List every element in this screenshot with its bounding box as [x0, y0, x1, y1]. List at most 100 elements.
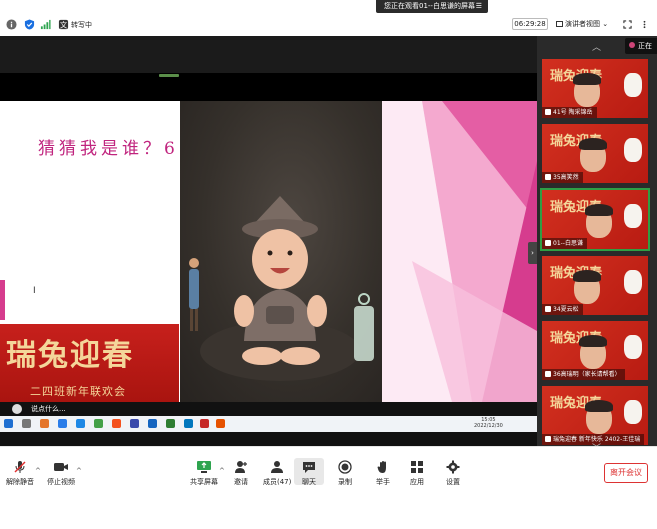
signal-icon[interactable] — [40, 19, 51, 30]
festival-subtitle: 二四班新年联欢会 — [30, 385, 126, 398]
apps-grid-icon — [411, 461, 423, 473]
rabbit-decoration — [624, 335, 642, 359]
video-tile[interactable]: 瑞兔迎春 瑞兔迎春 新年快乐 2402-王佳瑞 — [542, 386, 648, 445]
meeting-window: 您正在观看01--白思谦的屏幕 ☰ 文 转写中 06:29:28 演讲者视图 ⌄… — [0, 0, 657, 529]
tile-name-label: 35高笑然 — [542, 172, 583, 183]
taskbar-date: 2022/12/30 — [474, 423, 503, 429]
viewing-screen-banner: 您正在观看01--白思谦的屏幕 ☰ — [376, 0, 488, 13]
hand-icon — [377, 461, 386, 473]
tile-name-label: 36高瑞明（家长请帮看） — [542, 369, 625, 380]
baby-photo — [180, 101, 382, 402]
share-screen-button[interactable]: 共享屏幕 — [190, 460, 218, 487]
more-icon[interactable] — [640, 20, 649, 29]
rabbit-decoration — [624, 204, 642, 228]
speaker-label: 正在 — [638, 42, 652, 50]
taskbar-app-icon — [112, 419, 121, 428]
video-tile[interactable]: 瑞兔迎春 36高瑞明（家长请帮看） — [542, 321, 648, 380]
participant-name: 41号 陶采锦岳 — [553, 109, 593, 116]
chevron-down-icon: ⌄ — [600, 20, 609, 28]
shared-screen-top-band — [0, 73, 537, 101]
slide-decoration — [382, 101, 537, 402]
participant-hair — [585, 204, 613, 216]
record-button[interactable]: 录制 — [338, 460, 352, 487]
audio-options-chevron-icon[interactable]: ^ — [35, 467, 41, 475]
members-label: 成员(47) — [263, 478, 292, 486]
pink-shapes — [382, 101, 537, 402]
mic-icon — [545, 306, 551, 312]
rabbit-decoration — [624, 270, 642, 294]
settings-button[interactable]: 设置 — [446, 460, 460, 487]
festival-title: 瑞兔迎春 — [6, 338, 134, 373]
mic-muted-icon — [14, 461, 26, 473]
stop-video-label: 停止视频 — [47, 478, 75, 486]
participant-hair — [579, 138, 607, 150]
mic-icon — [545, 436, 551, 442]
tile-name-label: 34夏云松 — [542, 304, 583, 315]
video-tile[interactable]: 瑞兔迎春 35高笑然 — [542, 124, 648, 183]
video-tile[interactable]: 瑞兔迎春34夏云松 — [542, 256, 648, 315]
text-cursor-icon: I — [33, 286, 36, 296]
chat-emoji-icon[interactable] — [12, 404, 22, 414]
meeting-toolbar — [0, 446, 657, 529]
unmute-label: 解除静音 — [6, 478, 34, 486]
participant-hair — [585, 400, 613, 412]
taskbar-app-icon — [58, 419, 67, 428]
participant-name: 34夏云松 — [553, 306, 579, 313]
share-screen-icon — [197, 461, 211, 473]
tile-name-label: 01--白思谦 — [542, 238, 587, 249]
view-mode-label: 演讲者视图 — [565, 20, 600, 28]
raise-hand-label: 举手 — [376, 478, 390, 486]
add-user-icon — [235, 461, 247, 473]
rabbit-decoration — [624, 138, 642, 162]
avatar — [629, 42, 635, 48]
windows-start-icon — [4, 419, 13, 428]
share-screen-label: 共享屏幕 — [190, 478, 218, 486]
mic-icon — [545, 240, 551, 246]
taskbar-app-icon — [166, 419, 175, 428]
settings-label: 设置 — [446, 478, 460, 486]
apps-label: 应用 — [410, 478, 424, 486]
apps-button[interactable]: 应用 — [410, 460, 424, 487]
fullscreen-icon[interactable] — [623, 20, 632, 29]
speaker-badge: 正在 — [625, 38, 657, 54]
chat-input[interactable]: 说点什么... — [31, 404, 66, 414]
record-label: 录制 — [338, 478, 352, 486]
baby-illustration — [189, 196, 374, 381]
mic-icon — [545, 371, 551, 377]
mic-icon — [545, 109, 551, 115]
video-tile[interactable]: 瑞兔迎春41号 陶采锦岳 — [542, 59, 648, 118]
video-tile[interactable]: 瑞兔迎春 01--白思谦 — [540, 188, 650, 251]
taskbar-app-icon — [216, 419, 225, 428]
unmute-button[interactable]: 解除静音 — [6, 460, 34, 487]
raise-hand-button[interactable]: 举手 — [376, 460, 390, 487]
mic-icon — [545, 174, 551, 180]
info-icon[interactable] — [6, 19, 17, 30]
share-options-chevron-icon[interactable]: ^ — [219, 467, 225, 475]
rabbit-decoration — [624, 400, 642, 424]
participant-hair — [579, 335, 607, 347]
participant-hair — [573, 73, 601, 85]
taskbar-clock: 15:05 2022/12/30 — [474, 417, 503, 429]
stop-video-button[interactable]: 停止视频 — [47, 460, 75, 487]
collapse-gallery-icon[interactable]: › — [528, 242, 537, 264]
slide-title: 猜猜我是谁？6 — [38, 139, 179, 159]
chat-label: 聊天 — [302, 478, 316, 486]
leave-meeting-button[interactable]: 离开会议 — [604, 463, 648, 483]
gallery-up-icon[interactable]: ︿ — [592, 40, 601, 53]
chat-bubble-icon — [303, 462, 315, 473]
members-button[interactable]: 成员(47) — [263, 460, 291, 487]
view-mode-button[interactable]: 演讲者视图 ⌄ — [556, 18, 608, 30]
chat-button[interactable]: 聊天 — [294, 458, 324, 486]
taskbar-app-icon — [148, 419, 157, 428]
taskbar-app-icon — [94, 419, 103, 428]
shared-screen-bottom-band — [0, 432, 537, 446]
participant-hair — [573, 270, 601, 282]
participant-name: 36高瑞明（家长请帮看） — [553, 371, 621, 378]
task-view-icon — [22, 419, 31, 428]
invite-button[interactable]: 邀请 — [234, 460, 248, 487]
transcribe-icon[interactable]: 文 — [58, 19, 69, 30]
grid-view-icon — [556, 21, 563, 27]
video-options-chevron-icon[interactable]: ^ — [76, 467, 82, 475]
banner-menu-icon[interactable]: ☰ — [476, 0, 482, 13]
shield-icon[interactable] — [24, 19, 35, 30]
